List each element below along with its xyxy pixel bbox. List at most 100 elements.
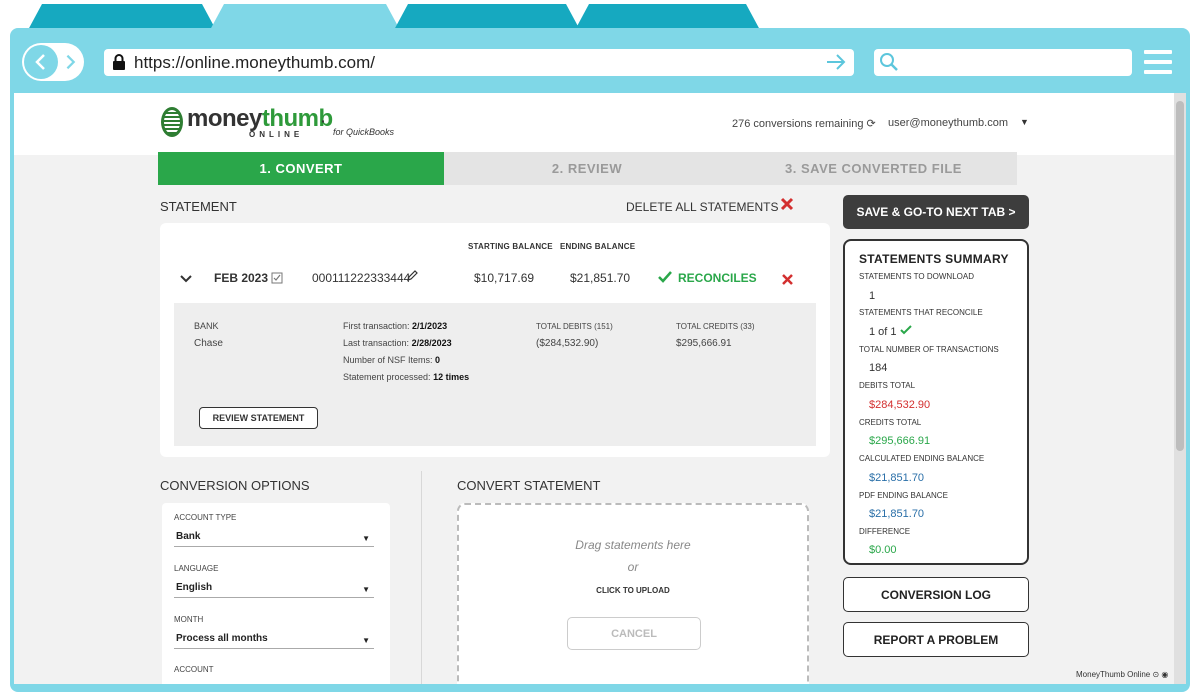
scrollbar-thumb[interactable] xyxy=(1176,101,1184,451)
chevron-down-icon[interactable]: ▼ xyxy=(1020,117,1029,127)
total-credits-value: $295,666.91 xyxy=(676,338,732,349)
check-icon xyxy=(899,325,912,335)
browser-tab-3[interactable] xyxy=(394,4,580,30)
chevron-down-icon: ▼ xyxy=(362,585,370,594)
account-type-select[interactable]: Bank ▼ xyxy=(174,529,374,547)
check-icon xyxy=(658,270,672,288)
month-select[interactable]: Process all months ▼ xyxy=(174,631,374,649)
tab-save-converted-file[interactable]: 3. SAVE CONVERTED FILE xyxy=(730,152,1017,185)
user-email[interactable]: user@moneythumb.com xyxy=(888,117,1008,129)
scrollbar[interactable] xyxy=(1174,93,1186,684)
total-credits-label: TOTAL CREDITS (33) xyxy=(676,322,755,331)
or-text: or xyxy=(627,560,639,574)
summary-value: $284,532.90 xyxy=(869,399,931,411)
statement-heading: STATEMENT xyxy=(160,199,237,214)
step-tabs: 1. CONVERT 2. REVIEW 3. SAVE CONVERTED F… xyxy=(158,152,1017,185)
menu-icon[interactable] xyxy=(1144,50,1172,76)
nsf-items: Number of NSF Items: 0 xyxy=(343,355,441,365)
starting-balance-value: $10,717.69 xyxy=(474,271,535,285)
refresh-icon[interactable]: ⟳ xyxy=(867,118,876,130)
total-debits-value: ($284,532.90) xyxy=(536,338,599,349)
browser-tab-1[interactable] xyxy=(28,4,216,30)
summary-value: $21,851.70 xyxy=(869,508,925,520)
cancel-button[interactable]: CANCEL xyxy=(567,617,701,650)
lock-icon xyxy=(112,54,126,75)
summary-label: STATEMENTS THAT RECONCILE xyxy=(859,308,983,317)
summary-label: CALCULATED ENDING BALANCE xyxy=(859,454,985,463)
address-bar[interactable]: https://online.moneythumb.com/ xyxy=(104,49,854,76)
convert-statement-heading: CONVERT STATEMENT xyxy=(457,478,601,493)
total-debits-label: TOTAL DEBITS (151) xyxy=(536,322,613,331)
conversion-options-heading: CONVERSION OPTIONS xyxy=(160,478,310,493)
starting-balance-header: STARTING BALANCE xyxy=(468,242,553,251)
tab-review[interactable]: 2. REVIEW xyxy=(444,152,730,185)
summary-label: STATEMENTS TO DOWNLOAD xyxy=(859,272,974,281)
last-transaction: Last transaction: 2/28/2023 xyxy=(343,338,452,348)
upload-dropzone[interactable]: Drag statements here or CLICK TO UPLOAD … xyxy=(457,503,809,684)
search-input[interactable] xyxy=(874,49,1132,76)
delete-all-statements-button[interactable]: DELETE ALL STATEMENTS xyxy=(626,200,778,214)
browser-window: https://online.moneythumb.com/ moneythum… xyxy=(0,0,1200,694)
summary-value: $21,851.70 xyxy=(869,472,925,484)
edit-month-icon[interactable] xyxy=(271,271,283,289)
forward-icon[interactable] xyxy=(62,53,80,76)
account-label: ACCOUNT xyxy=(174,665,214,674)
delete-all-icon[interactable] xyxy=(780,197,794,216)
conversion-log-button[interactable]: CONVERSION LOG xyxy=(843,577,1029,612)
chevron-down-icon: ▼ xyxy=(362,636,370,645)
logo-for-quickbooks: for QuickBooks xyxy=(333,127,395,137)
url-text: https://online.moneythumb.com/ xyxy=(134,53,375,72)
language-label: LANGUAGE xyxy=(174,564,219,573)
statement-card: STARTING BALANCE ENDING BALANCE FEB 2023… xyxy=(160,223,830,457)
search-icon xyxy=(879,52,899,77)
summary-value: 184 xyxy=(869,362,888,374)
summary-title: STATEMENTS SUMMARY xyxy=(859,252,1009,266)
summary-label: DIFFERENCE xyxy=(859,527,911,536)
summary-value: $0.00 xyxy=(869,544,897,556)
language-select[interactable]: English ▼ xyxy=(174,580,374,598)
statement-month: FEB 2023 xyxy=(214,271,269,285)
review-statement-button[interactable]: REVIEW STATEMENT xyxy=(199,407,318,429)
logo-name: moneythumb xyxy=(187,105,333,132)
browser-tab-2[interactable] xyxy=(210,4,400,30)
ending-balance-header: ENDING BALANCE xyxy=(560,242,636,251)
report-problem-button[interactable]: REPORT A PROBLEM xyxy=(843,622,1029,657)
summary-label: DEBITS TOTAL xyxy=(859,381,916,390)
click-to-upload-link[interactable]: CLICK TO UPLOAD xyxy=(459,586,807,595)
save-next-tab-button[interactable]: SAVE & GO-TO NEXT TAB > xyxy=(843,195,1029,229)
logo-online: ONLINE xyxy=(249,130,304,139)
statement-processed: Statement processed: 12 times xyxy=(343,372,470,382)
nav-buttons xyxy=(22,43,84,81)
account-type-label: ACCOUNT TYPE xyxy=(174,513,237,522)
summary-label: TOTAL NUMBER OF TRANSACTIONS xyxy=(859,345,999,354)
pencil-icon[interactable] xyxy=(406,269,419,287)
summary-value: $295,666.91 xyxy=(869,435,931,447)
ending-balance-value: $21,851.70 xyxy=(570,271,631,285)
month-label: MONTH xyxy=(174,615,204,624)
browser-tab-4[interactable] xyxy=(575,4,760,30)
collapse-chevron-icon[interactable] xyxy=(180,271,192,289)
summary-value: 1 of 1 xyxy=(869,325,912,338)
drag-text: Drag statements here xyxy=(575,538,691,552)
summary-value: 1 xyxy=(869,290,876,302)
page-content: moneythumb · ONLINE for QuickBooks 276 c… xyxy=(14,93,1174,684)
summary-label: CREDITS TOTAL xyxy=(859,418,922,427)
statement-details: BANK Chase First transaction: 2/1/2023 L… xyxy=(174,303,816,446)
summary-label: PDF ENDING BALANCE xyxy=(859,491,948,500)
tab-convert[interactable]: 1. CONVERT xyxy=(158,152,444,185)
back-icon[interactable] xyxy=(24,45,58,79)
chevron-down-icon: ▼ xyxy=(362,534,370,543)
footer-brand: MoneyThumb Online ⊙ ◉ xyxy=(1076,670,1169,679)
thumbprint-icon xyxy=(161,107,183,137)
conversion-options-card: ACCOUNT TYPE Bank ▼ LANGUAGE English ▼ MON… xyxy=(162,503,390,684)
bank-label: BANK xyxy=(194,321,219,331)
delete-statement-icon[interactable] xyxy=(782,272,793,290)
go-arrow-icon[interactable] xyxy=(826,53,846,76)
first-transaction: First transaction: 2/1/2023 xyxy=(343,321,448,331)
reconcile-status: RECONCILES xyxy=(678,271,757,285)
conversions-remaining: 276 conversions remaining ⟳ xyxy=(732,118,876,130)
app-header: moneythumb · ONLINE for QuickBooks 276 c… xyxy=(14,93,1174,155)
account-number: 000111222333444 xyxy=(312,271,411,285)
moneythumb-logo[interactable]: moneythumb · ONLINE for QuickBooks xyxy=(161,105,401,141)
statements-summary: STATEMENTS SUMMARY STATEMENTS TO DOWNLOA… xyxy=(843,239,1029,565)
